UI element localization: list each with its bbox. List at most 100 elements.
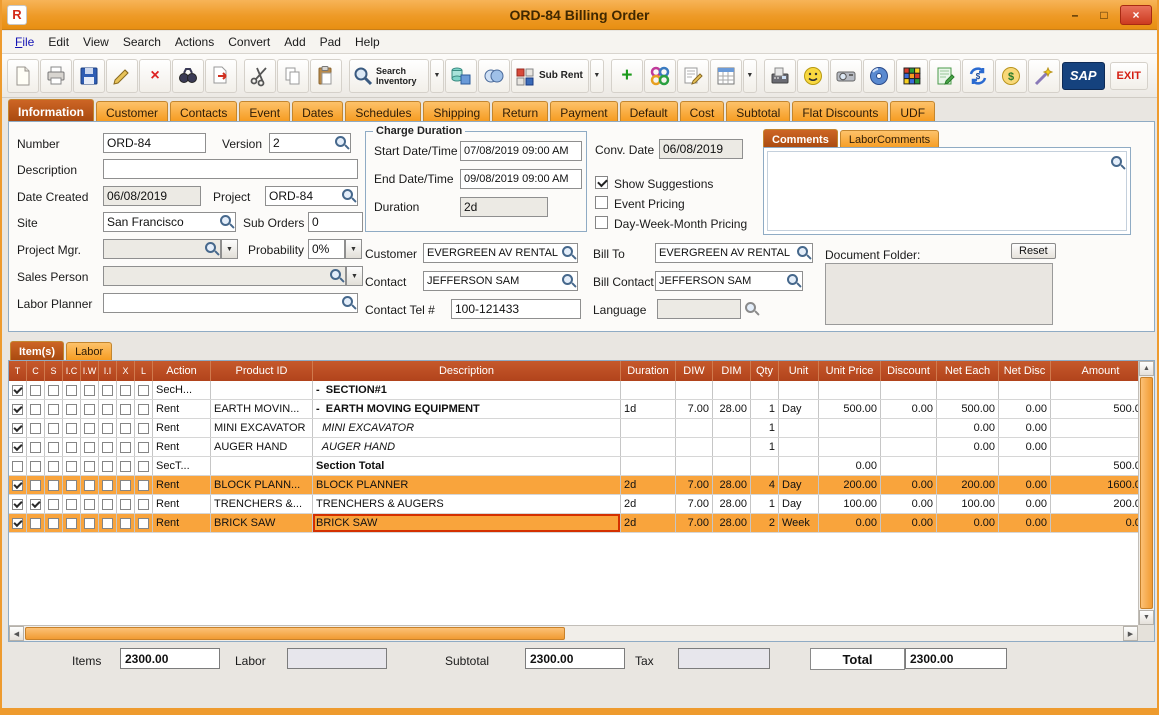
cell-net-disc[interactable]: [999, 457, 1051, 475]
row-checkbox-i-w[interactable]: [81, 457, 99, 475]
cell-net-each[interactable]: [937, 381, 999, 399]
row-checkbox-c[interactable]: [27, 419, 45, 437]
cell-product[interactable]: MINI EXCAVATOR: [211, 419, 313, 437]
tab-default[interactable]: Default: [620, 101, 678, 121]
row-checkbox-t[interactable]: [9, 495, 27, 513]
tax-input[interactable]: [678, 648, 770, 669]
project-mgr-dropdown[interactable]: ▼: [221, 239, 238, 259]
row-checkbox-t[interactable]: [9, 400, 27, 418]
row-checkbox-l[interactable]: [135, 419, 153, 437]
cell-net-disc[interactable]: 0.00: [999, 495, 1051, 513]
comments-search-icon[interactable]: [1111, 156, 1122, 167]
cell-product[interactable]: BLOCK PLANN...: [211, 476, 313, 494]
bill-to-input[interactable]: [655, 243, 813, 263]
cell-net-each[interactable]: 200.00: [937, 476, 999, 494]
items-total-input[interactable]: [120, 648, 220, 669]
cell-action[interactable]: SecT...: [153, 457, 211, 475]
cell-action[interactable]: Rent: [153, 495, 211, 513]
cell-qty[interactable]: 4: [751, 476, 779, 494]
cell-product[interactable]: BRICK SAW: [211, 514, 313, 532]
cell-discount[interactable]: [881, 457, 937, 475]
fax-button[interactable]: [764, 59, 796, 93]
projector-button[interactable]: [830, 59, 862, 93]
row-checkbox-x[interactable]: [117, 381, 135, 399]
sub-rent-button[interactable]: Sub Rent: [511, 59, 589, 93]
cell-qty[interactable]: 1: [751, 438, 779, 456]
color-rings-button[interactable]: [644, 59, 676, 93]
maximize-button[interactable]: □: [1091, 6, 1117, 24]
cell-diw[interactable]: 7.00: [676, 476, 713, 494]
tab-payment[interactable]: Payment: [550, 101, 617, 121]
column-header-dim[interactable]: DIM: [713, 361, 751, 381]
column-header-x[interactable]: X: [117, 361, 135, 381]
cell-diw[interactable]: 7.00: [676, 495, 713, 513]
number-input[interactable]: [103, 133, 206, 153]
row-checkbox-c[interactable]: [27, 476, 45, 494]
scroll-up-arrow[interactable]: ▲: [1139, 361, 1154, 376]
cell-desc[interactable]: Section Total: [313, 457, 621, 475]
sales-person-search-icon[interactable]: [330, 269, 341, 280]
cell-net-each[interactable]: 100.00: [937, 495, 999, 513]
column-header-action[interactable]: Action: [153, 361, 211, 381]
cell-amount[interactable]: 200.00: [1051, 495, 1138, 513]
cell-diw[interactable]: 7.00: [676, 400, 713, 418]
column-header-l[interactable]: L: [135, 361, 153, 381]
cell-amount[interactable]: 500.00: [1051, 457, 1138, 475]
row-checkbox-t[interactable]: [9, 438, 27, 456]
cell-net-each[interactable]: 500.00: [937, 400, 999, 418]
bill-contact-input[interactable]: [655, 271, 803, 291]
menu-convert[interactable]: Convert: [221, 32, 277, 52]
row-checkbox-i-i[interactable]: [99, 514, 117, 532]
row-checkbox-c[interactable]: [27, 514, 45, 532]
cell-unit-price[interactable]: [819, 419, 881, 437]
row-checkbox-l[interactable]: [135, 495, 153, 513]
cell-discount[interactable]: 0.00: [881, 514, 937, 532]
row-checkbox-i-w[interactable]: [81, 381, 99, 399]
tab-udf[interactable]: UDF: [890, 101, 935, 121]
probability-dropdown[interactable]: ▼: [345, 239, 362, 259]
subtotal-input[interactable]: [525, 648, 625, 669]
cell-amount[interactable]: 0.00: [1051, 514, 1138, 532]
cell-desc[interactable]: BRICK SAW: [313, 514, 621, 532]
cell-dim[interactable]: [713, 381, 751, 399]
cell-action[interactable]: Rent: [153, 476, 211, 494]
cell-net-each[interactable]: [937, 457, 999, 475]
cell-qty[interactable]: 2: [751, 514, 779, 532]
cell-discount[interactable]: 0.00: [881, 495, 937, 513]
cell-diw[interactable]: [676, 419, 713, 437]
contact-tel-input[interactable]: [451, 299, 581, 319]
day-week-month-checkbox[interactable]: [595, 216, 608, 229]
column-header-description[interactable]: Description: [313, 361, 621, 381]
edit-note-button[interactable]: [677, 59, 709, 93]
table-row[interactable]: RentBLOCK PLANN...BLOCK PLANNER2d7.0028.…: [9, 476, 1138, 495]
column-header-t[interactable]: T: [9, 361, 27, 381]
row-checkbox-x[interactable]: [117, 400, 135, 418]
row-checkbox-l[interactable]: [135, 381, 153, 399]
horizontal-scrollbar[interactable]: ◀ ▶: [9, 625, 1138, 641]
tab-comments[interactable]: Comments: [763, 129, 838, 148]
tab-return[interactable]: Return: [492, 101, 548, 121]
cell-discount[interactable]: 0.00: [881, 400, 937, 418]
money-button[interactable]: $: [995, 59, 1027, 93]
cell-duration[interactable]: 2d: [621, 476, 676, 494]
row-checkbox-i-w[interactable]: [81, 400, 99, 418]
cell-discount[interactable]: [881, 419, 937, 437]
cell-net-each[interactable]: 0.00: [937, 419, 999, 437]
cell-product[interactable]: TRENCHERS &...: [211, 495, 313, 513]
comments-textarea[interactable]: [767, 151, 1127, 231]
row-checkbox-i-c[interactable]: [63, 400, 81, 418]
labor-total-input[interactable]: [287, 648, 387, 669]
column-header-i-c[interactable]: I.C: [63, 361, 81, 381]
table-row[interactable]: SecT...Section Total0.00500.00: [9, 457, 1138, 476]
cell-qty[interactable]: [751, 457, 779, 475]
cell-dim[interactable]: [713, 457, 751, 475]
row-checkbox-c[interactable]: [27, 457, 45, 475]
cell-discount[interactable]: [881, 438, 937, 456]
cell-unit[interactable]: Day: [779, 400, 819, 418]
cell-dim[interactable]: 28.00: [713, 514, 751, 532]
column-header-duration[interactable]: Duration: [621, 361, 676, 381]
table-row[interactable]: RentMINI EXCAVATOR MINI EXCAVATOR10.000.…: [9, 419, 1138, 438]
row-checkbox-s[interactable]: [45, 457, 63, 475]
scroll-right-arrow[interactable]: ▶: [1123, 626, 1138, 641]
row-checkbox-i-w[interactable]: [81, 514, 99, 532]
